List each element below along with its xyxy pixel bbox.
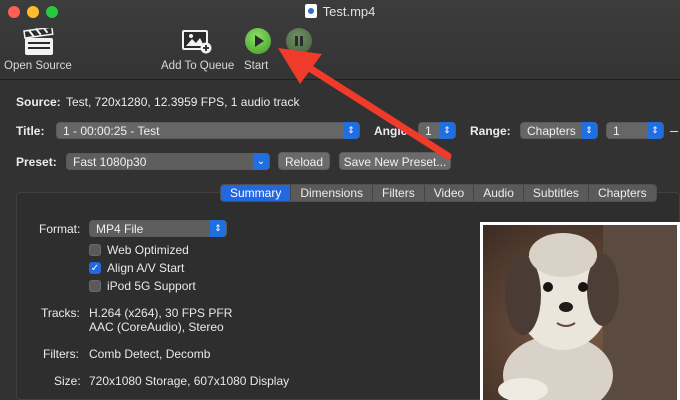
tab-subtitles[interactable]: Subtitles [523, 185, 589, 201]
range-start-value: 1 [613, 124, 620, 138]
dog-preview-image [483, 225, 677, 400]
tab-dimensions[interactable]: Dimensions [291, 185, 374, 201]
web-optimized-label: Web Optimized [107, 243, 189, 257]
open-source-button[interactable]: Open Source [4, 26, 74, 76]
tracks-video: H.264 (x264), 30 FPS PFR [89, 306, 233, 320]
tab-video[interactable]: Video [424, 185, 475, 201]
chevron-updown-icon: ⇕ [581, 122, 597, 139]
preset-label: Preset: [16, 155, 57, 169]
play-icon [245, 28, 271, 54]
document-icon [304, 4, 317, 18]
tab-summary[interactable]: Summary [221, 185, 292, 201]
checkmark-icon: ✓ [89, 262, 101, 274]
align-av-start-label: Align A/V Start [107, 261, 185, 275]
add-to-queue-button[interactable]: Add To Queue [158, 26, 238, 76]
preset-select[interactable]: Fast 1080p30 ⌄ [66, 153, 270, 170]
preview-image [480, 222, 680, 400]
title-select-value: 1 - 00:00:25 - Test [63, 124, 160, 138]
format-select[interactable]: MP4 File ⇕ [89, 220, 227, 237]
window-title: Test.mp4 [0, 4, 680, 19]
size-value: 720x1080 Storage, 607x1080 Display [89, 374, 290, 388]
start-label: Start [244, 60, 269, 72]
add-queue-icon [182, 30, 212, 54]
checkbox-unchecked-icon [89, 244, 101, 256]
chevron-down-icon: ⌄ [253, 153, 269, 170]
filters-value: Comb Detect, Decomb [89, 347, 211, 361]
chevron-updown-icon: ⇕ [647, 122, 663, 139]
tracks-audio: AAC (CoreAudio), Stereo [89, 320, 224, 334]
clapperboard-icon [23, 28, 54, 55]
range-label: Range: [470, 124, 511, 138]
tab-chapters[interactable]: Chapters [588, 185, 656, 201]
annotation-arrow [278, 48, 452, 160]
ipod-support-label: iPod 5G Support [107, 279, 196, 293]
source-label: Source: [16, 95, 61, 109]
ipod-support-checkbox[interactable]: iPod 5G Support [89, 279, 196, 293]
web-optimized-checkbox[interactable]: Web Optimized [89, 243, 189, 257]
tab-bar: Summary Dimensions Filters Video Audio S… [220, 184, 657, 202]
add-to-queue-label: Add To Queue [161, 60, 235, 72]
filters-label: Filters: [43, 347, 79, 361]
range-start-select[interactable]: 1 ⇕ [606, 122, 664, 139]
window-title-text: Test.mp4 [322, 4, 376, 19]
align-av-start-checkbox[interactable]: ✓ Align A/V Start [89, 261, 184, 275]
size-label: Size: [54, 374, 81, 388]
range-dash [670, 131, 678, 132]
checkbox-unchecked-icon [89, 280, 101, 292]
chevron-updown-icon: ⇕ [210, 220, 226, 237]
range-type-value: Chapters [527, 124, 576, 138]
tracks-label: Tracks: [41, 306, 80, 320]
tab-filters[interactable]: Filters [373, 185, 425, 201]
preset-select-value: Fast 1080p30 [73, 155, 147, 169]
tab-audio[interactable]: Audio [474, 185, 524, 201]
range-type-select[interactable]: Chapters ⇕ [520, 122, 598, 139]
format-label: Format: [39, 222, 81, 236]
title-label: Title: [16, 124, 45, 138]
format-select-value: MP4 File [96, 222, 144, 236]
source-value: Test, 720x1280, 12.3959 FPS, 1 audio tra… [66, 95, 300, 109]
open-source-label: Open Source [4, 60, 72, 72]
